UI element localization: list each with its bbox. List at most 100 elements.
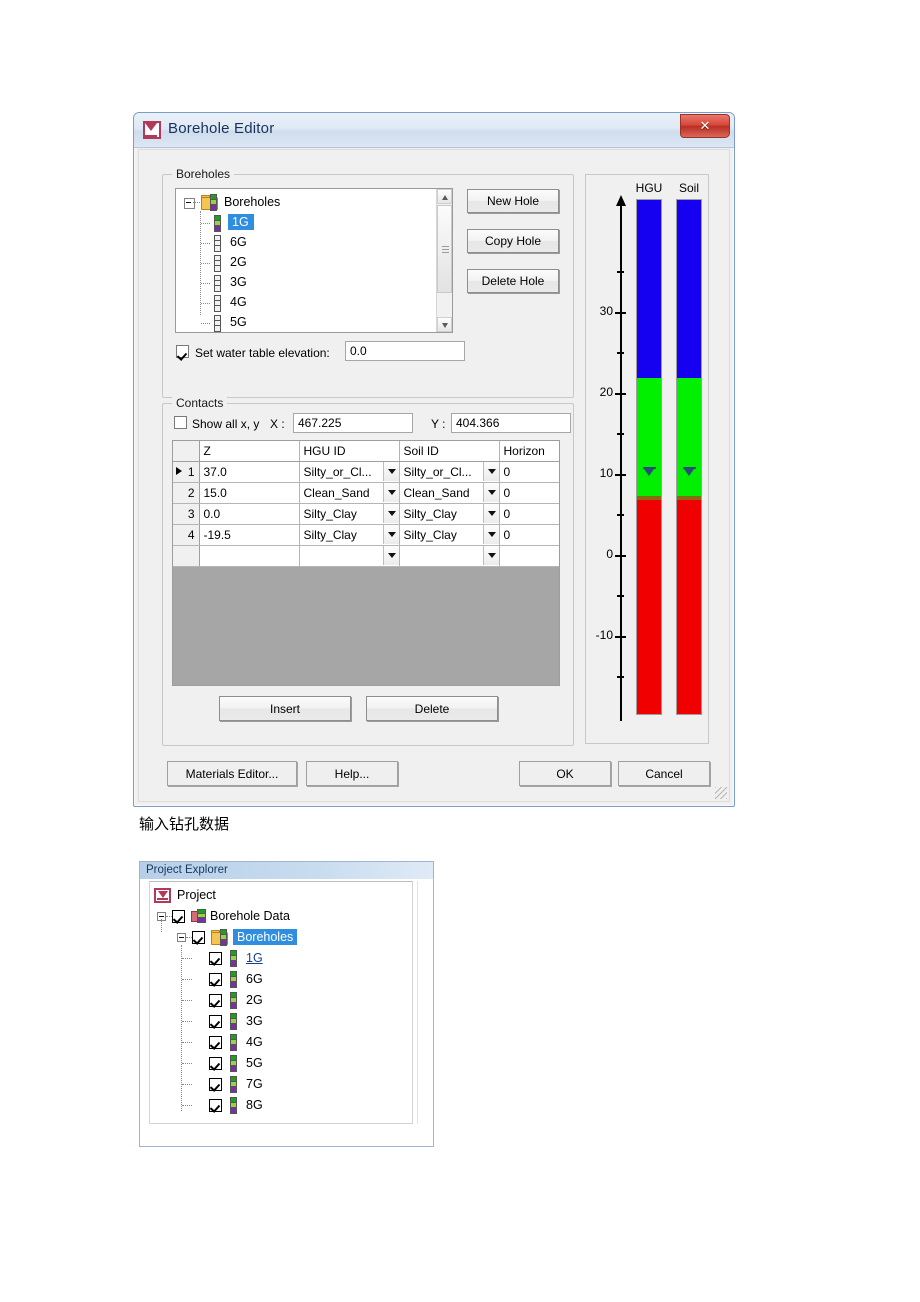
water-table-elevation-input[interactable]: 0.0 xyxy=(345,341,465,361)
tree-item-2g[interactable]: 2G xyxy=(176,253,452,273)
chevron-down-icon[interactable] xyxy=(382,462,398,481)
list-item[interactable]: 3G xyxy=(150,1011,412,1032)
list-item[interactable]: 8G xyxy=(150,1095,412,1116)
list-item-label[interactable]: 2G xyxy=(246,993,263,1007)
tree-node-boreholes[interactable]: Boreholes xyxy=(150,919,412,948)
row-header[interactable]: 2 xyxy=(173,482,200,504)
cell-horizon[interactable]: 0 xyxy=(499,524,559,546)
list-item[interactable]: 2G xyxy=(150,990,412,1011)
soil-stratigraphy-column[interactable] xyxy=(676,199,702,715)
tree-vertical-scrollbar[interactable] xyxy=(436,189,452,332)
cell-horizon[interactable]: 0 xyxy=(499,482,559,504)
list-item-label[interactable]: 1G xyxy=(246,951,263,965)
item-checkbox[interactable] xyxy=(209,994,222,1007)
item-checkbox[interactable] xyxy=(209,1057,222,1070)
table-row[interactable]: 4 -19.5 Silty_Clay Silty_Clay 0 xyxy=(173,524,559,546)
chevron-down-icon[interactable] xyxy=(482,546,498,565)
cell-soil-id[interactable]: Clean_Sand xyxy=(399,482,500,504)
cell-soil-id[interactable]: Silty_or_Cl... xyxy=(399,461,500,483)
cell-soil-id[interactable] xyxy=(399,545,500,567)
project-explorer-tree[interactable]: Project Borehole Data Boreholes 1G 6G 2G… xyxy=(149,881,413,1124)
list-item-label[interactable]: 3G xyxy=(246,1014,263,1028)
explorer-vertical-scrollbar[interactable] xyxy=(417,881,429,1124)
chevron-down-icon[interactable] xyxy=(482,504,498,523)
materials-editor-button[interactable]: Materials Editor... xyxy=(167,761,297,786)
tree-item-1g[interactable]: 1G xyxy=(176,213,452,233)
scroll-down-button[interactable] xyxy=(437,317,452,332)
row-header[interactable]: 4 xyxy=(173,524,200,546)
tree-row-root[interactable]: Boreholes xyxy=(176,193,452,213)
delete-row-button[interactable]: Delete xyxy=(366,696,498,721)
cell-hgu-id[interactable]: Silty_or_Cl... xyxy=(299,461,400,483)
contacts-grid[interactable]: Z HGU ID Soil ID Horizon 1 37.0 Silty_or… xyxy=(172,440,560,686)
cell-z[interactable]: -19.5 xyxy=(199,524,300,546)
list-item[interactable]: 5G xyxy=(150,1053,412,1074)
row-header[interactable] xyxy=(173,545,200,567)
scroll-up-button[interactable] xyxy=(437,189,452,204)
borehole-data-checkbox[interactable] xyxy=(172,910,185,923)
cell-soil-id[interactable]: Silty_Clay xyxy=(399,503,500,525)
cell-hgu-id[interactable]: Silty_Clay xyxy=(299,503,400,525)
tree-item-4g[interactable]: 4G xyxy=(176,293,452,313)
list-item-label[interactable]: 6G xyxy=(246,972,263,986)
cell-horizon[interactable]: 0 xyxy=(499,461,559,483)
item-checkbox[interactable] xyxy=(209,1078,222,1091)
new-hole-button[interactable]: New Hole xyxy=(467,189,559,213)
chevron-down-icon[interactable] xyxy=(482,525,498,544)
cell-z[interactable] xyxy=(199,545,300,567)
cell-z[interactable]: 0.0 xyxy=(199,503,300,525)
set-water-table-checkbox[interactable] xyxy=(176,345,189,358)
list-item[interactable]: 4G xyxy=(150,1032,412,1053)
ok-button[interactable]: OK xyxy=(519,761,611,786)
list-item-label[interactable]: 7G xyxy=(246,1077,263,1091)
cell-z[interactable]: 15.0 xyxy=(199,482,300,504)
list-item-label[interactable]: 4G xyxy=(246,1035,263,1049)
cell-hgu-id[interactable] xyxy=(299,545,400,567)
row-header[interactable]: 1 xyxy=(173,461,200,483)
cell-hgu-id[interactable]: Clean_Sand xyxy=(299,482,400,504)
close-button[interactable]: ✕ xyxy=(680,114,730,138)
y-coordinate-input[interactable]: 404.366 xyxy=(451,413,571,433)
dialog-titlebar[interactable]: Borehole Editor ✕ xyxy=(134,113,734,148)
x-coordinate-input[interactable]: 467.225 xyxy=(293,413,413,433)
chevron-down-icon[interactable] xyxy=(482,462,498,481)
cell-horizon[interactable]: 0 xyxy=(499,503,559,525)
chevron-down-icon[interactable] xyxy=(382,546,398,565)
chevron-down-icon[interactable] xyxy=(382,504,398,523)
list-item-label[interactable]: 5G xyxy=(246,1056,263,1070)
boreholes-checkbox[interactable] xyxy=(192,931,205,944)
list-item[interactable]: 1G xyxy=(150,948,412,969)
tree-node-project[interactable]: Project xyxy=(150,885,412,906)
table-row[interactable]: 1 37.0 Silty_or_Cl... Silty_or_Cl... 0 xyxy=(173,461,559,483)
delete-hole-button[interactable]: Delete Hole xyxy=(467,269,559,293)
expander-icon[interactable] xyxy=(184,198,195,209)
item-checkbox[interactable] xyxy=(209,1099,222,1112)
scrollbar-thumb[interactable] xyxy=(437,205,452,293)
cancel-button[interactable]: Cancel xyxy=(618,761,710,786)
chevron-down-icon[interactable] xyxy=(382,483,398,502)
show-all-xy-checkbox[interactable] xyxy=(174,416,187,429)
copy-hole-button[interactable]: Copy Hole xyxy=(467,229,559,253)
cell-horizon[interactable] xyxy=(499,545,559,567)
item-checkbox[interactable] xyxy=(209,1036,222,1049)
help-button[interactable]: Help... xyxy=(306,761,398,786)
expander-icon[interactable] xyxy=(177,933,186,942)
list-item[interactable]: 7G xyxy=(150,1074,412,1095)
list-item-label[interactable]: 8G xyxy=(246,1098,263,1112)
cell-hgu-id[interactable]: Silty_Clay xyxy=(299,524,400,546)
tree-node-borehole-data[interactable]: Borehole Data xyxy=(150,906,412,927)
chevron-down-icon[interactable] xyxy=(482,483,498,502)
hgu-stratigraphy-column[interactable] xyxy=(636,199,662,715)
insert-button[interactable]: Insert xyxy=(219,696,351,721)
item-checkbox[interactable] xyxy=(209,973,222,986)
resize-grip[interactable] xyxy=(715,787,727,799)
item-checkbox[interactable] xyxy=(209,1015,222,1028)
boreholes-tree[interactable]: Boreholes 1G 6G 2G 3G 4G 5G xyxy=(175,188,453,333)
table-row[interactable]: 3 0.0 Silty_Clay Silty_Clay 0 xyxy=(173,503,559,525)
cell-z[interactable]: 37.0 xyxy=(199,461,300,483)
row-header[interactable]: 3 xyxy=(173,503,200,525)
tree-item-5g[interactable]: 5G xyxy=(176,313,452,332)
tree-item-3g[interactable]: 3G xyxy=(176,273,452,293)
tree-item-6g[interactable]: 6G xyxy=(176,233,452,253)
cell-soil-id[interactable]: Silty_Clay xyxy=(399,524,500,546)
